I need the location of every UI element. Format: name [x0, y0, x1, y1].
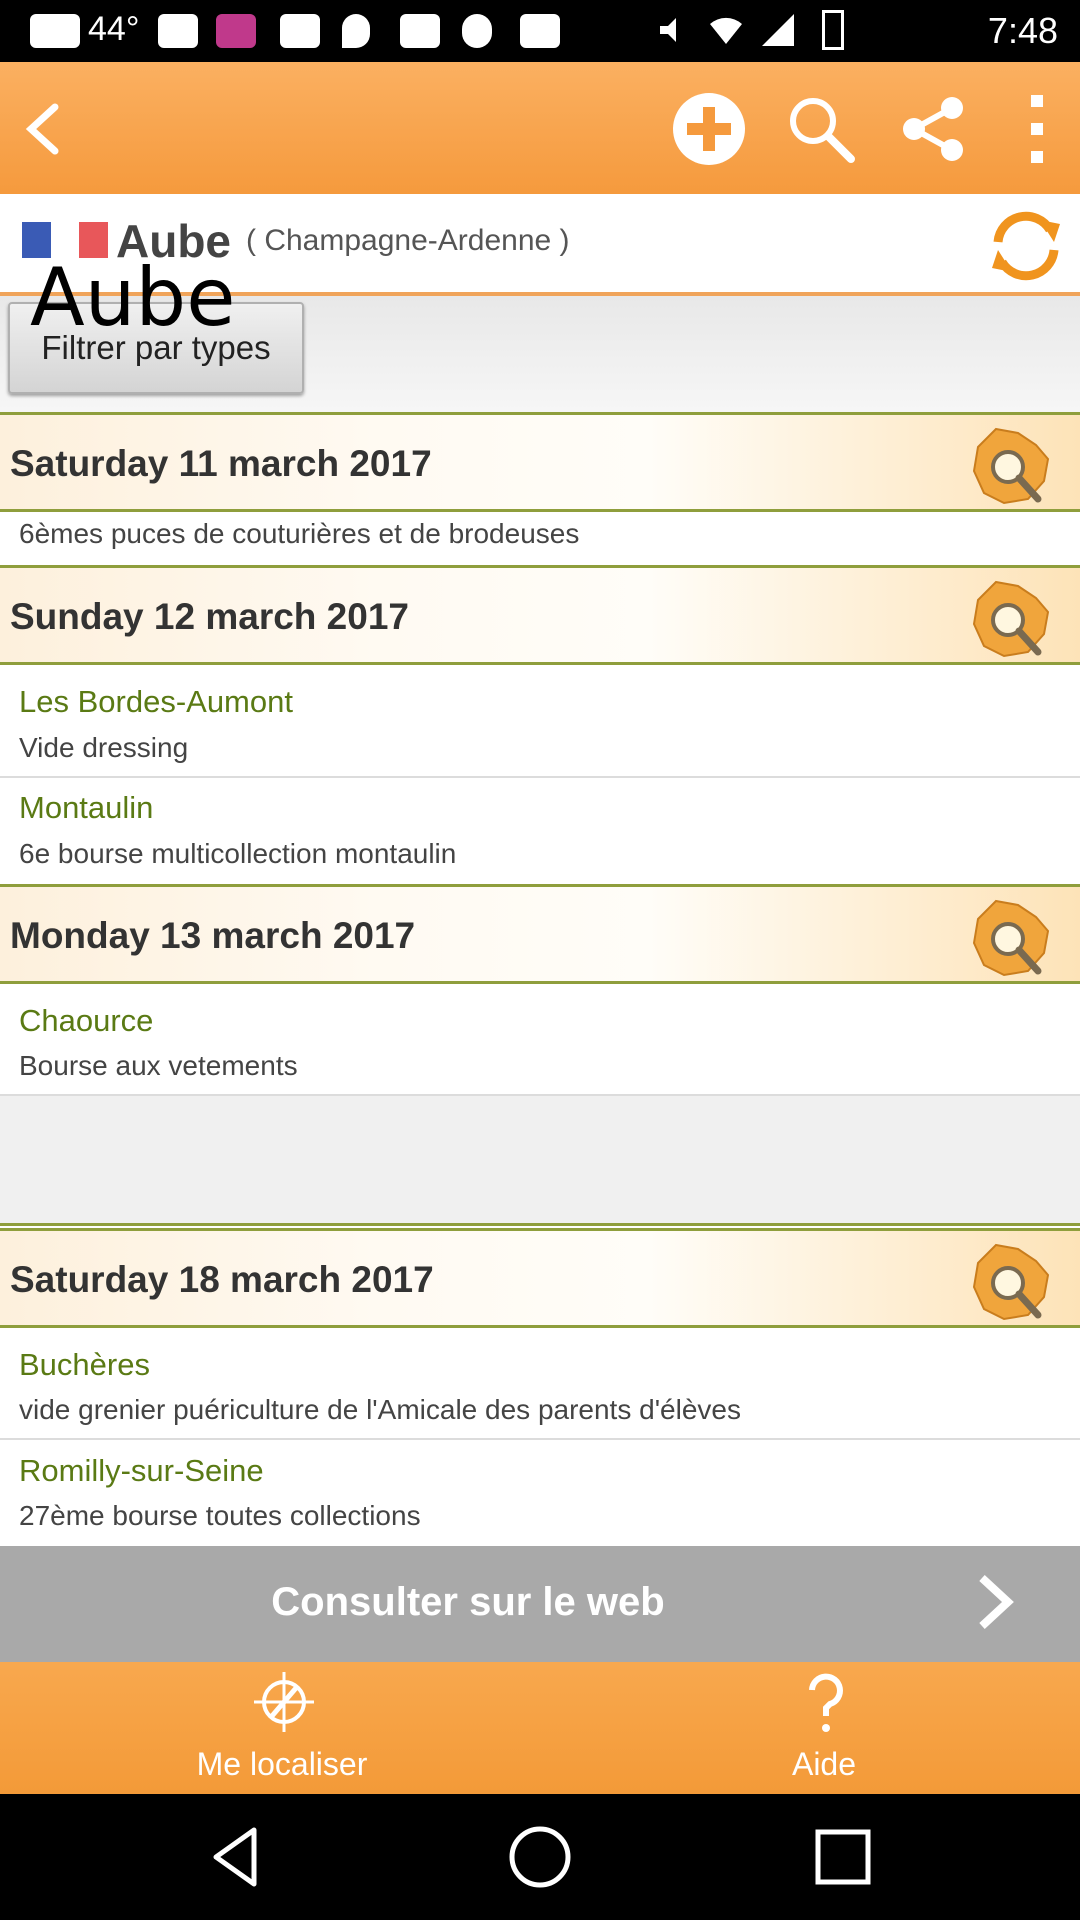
silent-icon — [654, 12, 690, 48]
event-place[interactable]: Romilly-sur-Seine — [19, 1453, 264, 1489]
event-place[interactable]: Chaource — [19, 1003, 153, 1039]
share-button[interactable] — [888, 84, 978, 174]
share-icon — [903, 97, 963, 161]
event-place[interactable]: Montaulin — [19, 790, 153, 826]
event-description[interactable]: Bourse aux vetements — [19, 1050, 298, 1082]
plus-circle-icon — [673, 93, 745, 165]
chevron-right-icon — [979, 1575, 1014, 1629]
nav-home-icon[interactable] — [505, 1822, 575, 1892]
notification-icon-2 — [400, 14, 440, 48]
event-place[interactable]: Les Bordes-Aumont — [19, 684, 293, 720]
date-header[interactable]: Monday 13 march 2017 — [0, 884, 1080, 984]
date-label: Saturday 11 march 2017 — [10, 443, 432, 484]
date-label: Sunday 12 march 2017 — [10, 596, 409, 637]
notification-icon-3 — [520, 14, 560, 48]
help-button[interactable]: Aide — [554, 1662, 1080, 1794]
overflow-menu-button[interactable] — [992, 84, 1080, 174]
battery-icon — [822, 10, 844, 50]
region-overlay-title: Aube — [30, 251, 236, 344]
nav-back-icon[interactable] — [202, 1822, 272, 1892]
bottom-bar: Me localiser Aide — [0, 1662, 1080, 1794]
system-nav-bar — [0, 1794, 1080, 1920]
search-icon — [790, 98, 855, 163]
help-label: Aide — [791, 1746, 857, 1782]
locate-me-button[interactable]: Me localiser — [12, 1662, 552, 1794]
pop-app-icon — [216, 14, 256, 48]
consult-web-button[interactable]: Consulter sur le web — [0, 1546, 1080, 1662]
nav-recents-icon[interactable] — [808, 1822, 878, 1892]
date-header[interactable]: Saturday 18 march 2017 — [0, 1228, 1080, 1328]
list-divider — [0, 1438, 1080, 1440]
parent-region: ( Champagne-Ardenne ) — [246, 224, 570, 257]
event-description[interactable]: vide grenier puériculture de l'Amicale d… — [19, 1394, 741, 1426]
app-notification-icon — [158, 14, 198, 48]
event-place[interactable]: Buchères — [19, 1347, 150, 1383]
locate-icon — [254, 1672, 314, 1732]
status-temperature: 44° — [88, 10, 140, 48]
add-button[interactable] — [664, 84, 754, 174]
consult-web-label: Consulter sur le web — [271, 1580, 665, 1624]
back-button[interactable] — [0, 84, 90, 174]
event-description[interactable]: 6e bourse multicollection montaulin — [19, 838, 456, 870]
status-bar: 44° 7:48 — [0, 0, 1080, 62]
event-description[interactable]: Vide dressing — [19, 732, 188, 764]
more-vert-icon — [1031, 95, 1043, 163]
map-search-icon[interactable] — [966, 576, 1056, 660]
list-spacer — [0, 1096, 1080, 1226]
date-header[interactable]: Saturday 11 march 2017 — [0, 412, 1080, 512]
chevron-left-icon — [25, 103, 59, 155]
locate-me-label: Me localiser — [196, 1746, 368, 1782]
help-icon — [809, 1673, 843, 1732]
status-time: 7:48 — [987, 10, 1058, 51]
location-icon-2 — [462, 14, 492, 48]
location-icon — [342, 14, 370, 48]
refresh-icon — [992, 211, 1060, 281]
event-description[interactable]: 27ème bourse toutes collections — [19, 1500, 421, 1532]
map-search-icon[interactable] — [966, 423, 1056, 507]
notification-dots-icon — [30, 14, 80, 48]
date-label: Monday 13 march 2017 — [10, 915, 416, 956]
event-description[interactable]: 6èmes puces de couturières et de brodeus… — [19, 518, 579, 550]
date-label: Saturday 18 march 2017 — [10, 1259, 434, 1300]
signal-icon — [760, 12, 796, 48]
map-search-icon[interactable] — [966, 1239, 1056, 1323]
list-divider — [0, 776, 1080, 778]
wifi-icon — [708, 12, 744, 48]
refresh-button[interactable] — [984, 204, 1068, 288]
search-button[interactable] — [776, 84, 866, 174]
map-search-icon[interactable] — [966, 895, 1056, 979]
notification-icon — [280, 14, 320, 48]
date-header[interactable]: Sunday 12 march 2017 — [0, 565, 1080, 665]
